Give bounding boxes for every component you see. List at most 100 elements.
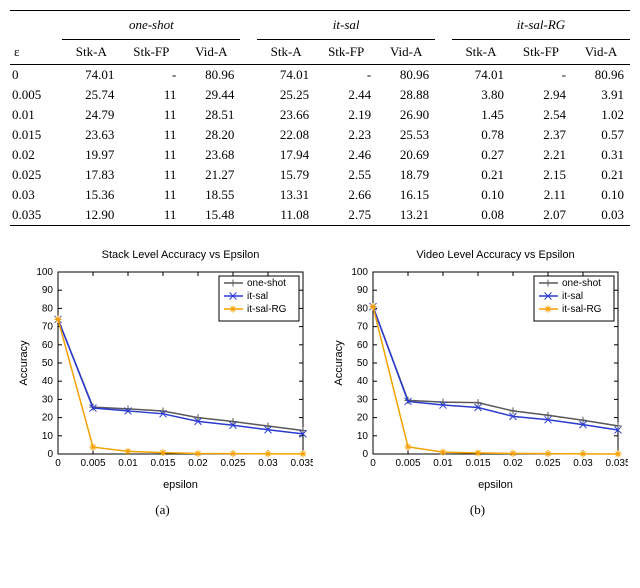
eps-cell: 0.02	[10, 145, 62, 165]
svg-text:0.03: 0.03	[258, 458, 278, 469]
data-cell: 23.66	[257, 105, 315, 125]
svg-text:80: 80	[41, 303, 53, 314]
svg-text:0: 0	[47, 449, 53, 460]
data-cell: 29.44	[182, 85, 240, 105]
data-cell: 74.01	[257, 65, 315, 86]
charts-row: Stack Level Accuracy vs Epsilon010203040…	[10, 244, 630, 518]
data-cell: 28.51	[182, 105, 240, 125]
svg-text:Video Level Accuracy vs Epsilo: Video Level Accuracy vs Epsilon	[416, 249, 574, 261]
data-cell: 20.69	[377, 145, 435, 165]
epsilon-header: ε	[10, 40, 62, 65]
svg-text:0.015: 0.015	[150, 458, 175, 469]
results-table: one-shot it-sal it-sal-RG ε Stk-A Stk-FP…	[10, 10, 630, 226]
data-cell: 13.31	[257, 185, 315, 205]
data-cell: 25.74	[62, 85, 120, 105]
svg-text:90: 90	[41, 285, 53, 296]
svg-text:40: 40	[356, 376, 368, 387]
data-cell: 11	[120, 165, 182, 185]
svg-text:it-sal: it-sal	[247, 291, 268, 302]
svg-text:70: 70	[356, 322, 368, 333]
data-cell: 18.55	[182, 185, 240, 205]
svg-text:0.015: 0.015	[465, 458, 490, 469]
data-cell: 2.23	[315, 125, 377, 145]
svg-text:0.005: 0.005	[395, 458, 420, 469]
data-cell: 11	[120, 185, 182, 205]
col-vid-a-1: Vid-A	[182, 40, 240, 65]
data-cell: 15.79	[257, 165, 315, 185]
data-cell: 2.44	[315, 85, 377, 105]
data-cell: 28.88	[377, 85, 435, 105]
group-it-sal: it-sal	[257, 11, 435, 40]
eps-cell: 0.025	[10, 165, 62, 185]
svg-text:0: 0	[370, 458, 376, 469]
data-cell: 11	[120, 105, 182, 125]
data-cell: 74.01	[452, 65, 510, 86]
data-cell: 0.27	[452, 145, 510, 165]
col-vid-a-3: Vid-A	[572, 40, 630, 65]
col-stk-a-2: Stk-A	[257, 40, 315, 65]
group-it-sal-rg: it-sal-RG	[452, 11, 630, 40]
data-cell: 2.21	[510, 145, 572, 165]
chart-a-wrap: Stack Level Accuracy vs Epsilon010203040…	[13, 244, 313, 518]
svg-text:0.005: 0.005	[80, 458, 105, 469]
svg-text:0.01: 0.01	[118, 458, 138, 469]
data-cell: 0.21	[452, 165, 510, 185]
data-cell: 17.83	[62, 165, 120, 185]
svg-text:100: 100	[351, 267, 368, 278]
data-cell: 11	[120, 125, 182, 145]
svg-text:70: 70	[41, 322, 53, 333]
eps-cell: 0.03	[10, 185, 62, 205]
svg-text:0: 0	[55, 458, 61, 469]
col-stk-fp-3: Stk-FP	[510, 40, 572, 65]
group-one-shot: one-shot	[62, 11, 240, 40]
svg-text:Accuracy: Accuracy	[18, 340, 30, 386]
data-cell: 21.27	[182, 165, 240, 185]
svg-text:0.025: 0.025	[220, 458, 245, 469]
col-stk-fp-2: Stk-FP	[315, 40, 377, 65]
data-cell: 3.80	[452, 85, 510, 105]
data-cell: -	[315, 65, 377, 86]
svg-text:60: 60	[356, 340, 368, 351]
data-cell: 15.36	[62, 185, 120, 205]
data-cell: 22.08	[257, 125, 315, 145]
eps-cell: 0.015	[10, 125, 62, 145]
svg-text:10: 10	[356, 431, 368, 442]
svg-text:80: 80	[356, 303, 368, 314]
data-cell: 13.21	[377, 205, 435, 226]
data-cell: -	[510, 65, 572, 86]
data-cell: 18.79	[377, 165, 435, 185]
data-cell: 74.01	[62, 65, 120, 86]
data-cell: 26.90	[377, 105, 435, 125]
svg-text:20: 20	[41, 413, 53, 424]
svg-text:0.025: 0.025	[535, 458, 560, 469]
svg-text:20: 20	[356, 413, 368, 424]
eps-cell: 0.01	[10, 105, 62, 125]
svg-text:it-sal: it-sal	[562, 291, 583, 302]
data-cell: 2.46	[315, 145, 377, 165]
data-cell: 2.07	[510, 205, 572, 226]
data-cell: 2.66	[315, 185, 377, 205]
svg-text:it-sal-RG: it-sal-RG	[562, 304, 602, 315]
data-cell: 11	[120, 145, 182, 165]
data-cell: 80.96	[377, 65, 435, 86]
chart-b-caption: (b)	[470, 502, 485, 518]
data-cell: 2.15	[510, 165, 572, 185]
data-cell: 25.25	[257, 85, 315, 105]
data-cell: 2.19	[315, 105, 377, 125]
svg-text:0.02: 0.02	[188, 458, 208, 469]
svg-text:epsilon: epsilon	[478, 479, 513, 491]
svg-text:10: 10	[41, 431, 53, 442]
data-cell: 1.45	[452, 105, 510, 125]
chart-b-wrap: Video Level Accuracy vs Epsilon 0 10 20 30 40…	[328, 244, 628, 518]
svg-text:90: 90	[356, 285, 368, 296]
data-cell: -	[120, 65, 182, 86]
data-cell: 24.79	[62, 105, 120, 125]
data-cell: 2.75	[315, 205, 377, 226]
svg-text:30: 30	[356, 394, 368, 405]
svg-text:60: 60	[41, 340, 53, 351]
svg-text:100: 100	[36, 267, 53, 278]
svg-text:30: 30	[41, 394, 53, 405]
svg-text:0.03: 0.03	[573, 458, 593, 469]
data-cell: 0.31	[572, 145, 630, 165]
svg-text:50: 50	[356, 358, 368, 369]
